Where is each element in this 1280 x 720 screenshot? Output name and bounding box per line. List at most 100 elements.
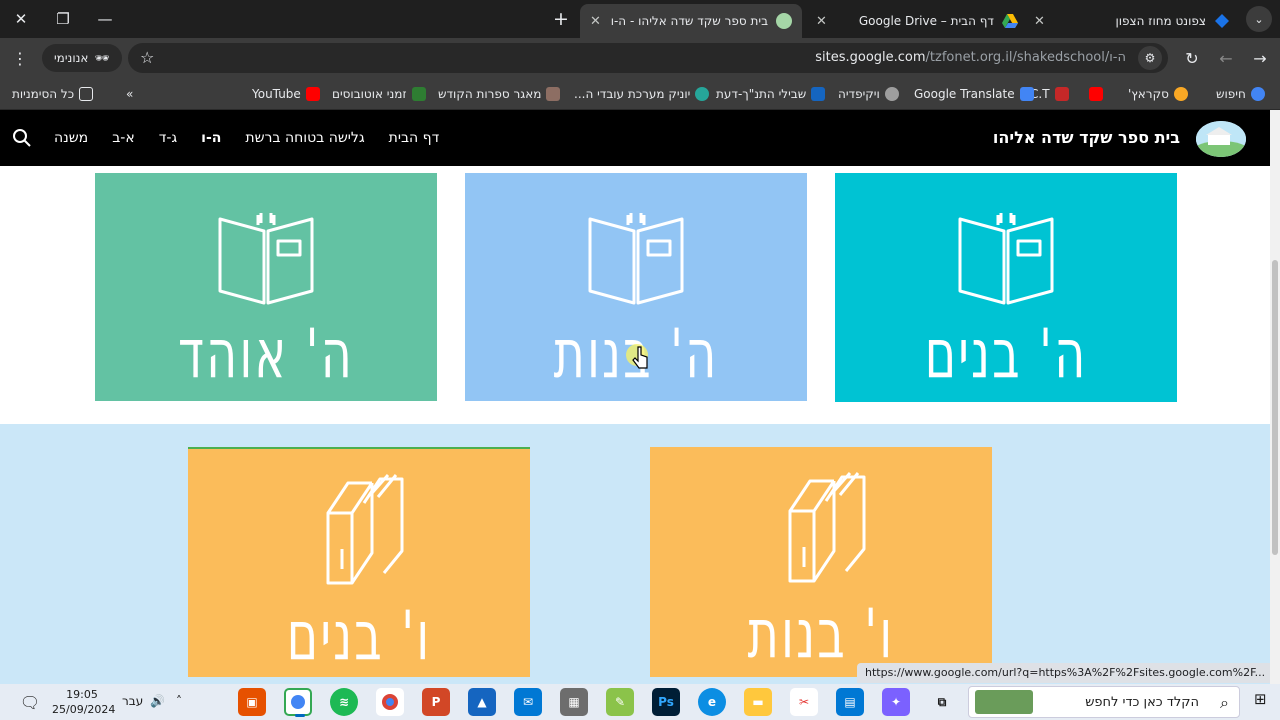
google-drive-icon [1002, 13, 1018, 29]
all-bookmarks-label: כל הסימניות [12, 87, 75, 101]
bookmark-item[interactable]: ויקיפדיה [838, 84, 899, 104]
powerpoint-app-icon[interactable]: P [422, 688, 450, 716]
nav-home[interactable]: דף הבית [389, 130, 440, 146]
nav-mishna[interactable]: משנה [54, 130, 88, 146]
file-explorer-app-icon[interactable]: ▬ [744, 688, 772, 716]
card-grade5-ohad[interactable]: ה' אוהד [95, 173, 437, 401]
forward-icon[interactable]: → [1248, 46, 1272, 70]
menu-kebab-icon[interactable]: ⋮ [8, 46, 32, 70]
system-clock[interactable]: 19:05 25/09/2024 [52, 687, 115, 717]
incognito-indicator[interactable]: אנונימי 🕶 [42, 44, 122, 72]
tray-chevron-icon[interactable]: ˄ [176, 694, 182, 708]
search-highlight-image [975, 690, 1033, 714]
minimize-window-icon[interactable]: — [84, 0, 126, 38]
volume-icon[interactable]: 🔊 [150, 694, 165, 708]
restore-window-icon[interactable]: ❐ [42, 0, 84, 38]
youtube-icon [1089, 87, 1103, 101]
edge-app-icon[interactable]: e [698, 688, 726, 716]
scratch-icon [1173, 87, 1188, 101]
tzfonet-icon [1214, 13, 1230, 29]
input-language-indicator[interactable]: עבר [122, 694, 143, 708]
bookmark-item[interactable] [1084, 84, 1103, 104]
photoshop-app-icon[interactable]: Ps [652, 688, 680, 716]
search-icon: ⌕ [1220, 693, 1229, 712]
bookmark-item[interactable]: זמני אוטובוסים [332, 84, 426, 104]
incognito-icon: 🕶 [94, 51, 110, 65]
site-info-icon[interactable]: ⚙ [1138, 46, 1162, 70]
close-window-icon[interactable]: ✕ [0, 0, 42, 38]
mail-app-icon[interactable]: ✉ [514, 688, 542, 716]
nav-safe-browsing[interactable]: גלישה בטוחה ברשת [245, 130, 364, 146]
card-grade5-girls[interactable]: ה' בנות [465, 173, 807, 401]
photos-app-icon[interactable]: ▲ [468, 688, 496, 716]
nav-grades-1-2[interactable]: א-ב [112, 130, 135, 146]
tab-tzfonet[interactable]: צפונט מחוז הצפון ✕ [1024, 4, 1240, 38]
taskbar-search-box[interactable]: הקלד כאן כדי לחפש ⌕ [968, 686, 1240, 718]
open-book-icon [588, 213, 684, 305]
bookmark-label: יוניק מערכת עובדי ה... [574, 87, 691, 101]
bookmark-item[interactable]: C.T [1030, 84, 1069, 104]
bookmark-item[interactable]: חיפוש [1216, 84, 1265, 104]
google-translate-icon [1019, 87, 1034, 101]
card-grade5-boys[interactable]: ה' בנים [835, 173, 1177, 402]
bookmark-item[interactable]: מאגר ספרות הקודש [438, 84, 561, 104]
reload-icon[interactable]: ↻ [1180, 46, 1204, 70]
books-stack-icon [788, 472, 866, 583]
card-label: ו' בנים [286, 597, 432, 676]
bookmark-item[interactable]: Google Translate [914, 84, 1034, 104]
tab-label: צפונט מחוז הצפון [1115, 14, 1206, 28]
unique-icon [695, 87, 710, 101]
tab-google-drive[interactable]: דף הבית – Google Drive ✕ [806, 4, 1028, 38]
scrollbar-thumb[interactable] [1272, 260, 1278, 555]
url-text: sites.google.com/tzfonet.org.il/shakedsc… [815, 50, 1126, 65]
nav-grades-5-6[interactable]: ה-ו [201, 130, 221, 146]
bookmark-label: ויקיפדיה [838, 87, 880, 101]
back-icon[interactable]: ← [1214, 46, 1238, 70]
new-tab-button[interactable]: + [548, 4, 574, 34]
paint-app-icon[interactable]: ✎ [606, 688, 634, 716]
start-windows-icon[interactable]: ⊞ [1254, 690, 1267, 708]
all-bookmarks-folder[interactable]: כל הסימניות [12, 84, 94, 104]
nav-grades-3-4[interactable]: ג-ד [159, 130, 177, 146]
bookmark-item[interactable]: שבילי התנ"ך-דעת [716, 84, 826, 104]
card-grade6-boys[interactable]: ו' בנים [188, 447, 530, 677]
bookmark-item[interactable]: YouTube [252, 84, 320, 104]
card-grade6-girls[interactable]: ו' בנות [650, 447, 992, 677]
bookmark-item[interactable]: סקראץ' [1128, 84, 1188, 104]
tab-search-chevron-icon[interactable]: ⌄ [1246, 6, 1272, 32]
bus-icon [411, 87, 426, 101]
spotify-app-icon[interactable]: ≋ [330, 688, 358, 716]
tab-shakedschool[interactable]: בית ספר שקד שדה אליהו - ה-ו ✕ [580, 4, 802, 38]
bookmark-item[interactable]: יוניק מערכת עובדי ה... [574, 84, 710, 104]
notifications-icon[interactable]: 🗨 [18, 690, 42, 714]
url-host: sites.google.com [815, 50, 926, 65]
bookmark-label: מאגר ספרות הקודש [438, 87, 542, 101]
page-scrollbar[interactable] [1270, 110, 1280, 684]
daat-icon [811, 87, 826, 101]
ct-icon [1054, 87, 1069, 101]
bookmark-label: YouTube [252, 87, 301, 101]
bookmark-label: שבילי התנ"ך-דעת [716, 87, 807, 101]
tab-label: בית ספר שקד שדה אליהו - ה-ו [610, 14, 768, 28]
close-tab-icon[interactable]: ✕ [590, 14, 601, 29]
address-bar[interactable]: ☆ sites.google.com/tzfonet.org.il/shaked… [128, 43, 1168, 73]
books-stack-icon [326, 474, 404, 585]
close-tab-icon[interactable]: ✕ [816, 14, 827, 29]
calculator-app-icon[interactable]: ▦ [560, 688, 588, 716]
bookmark-label: חיפוש [1216, 87, 1246, 101]
snipping-tool-app-icon[interactable]: ✂ [790, 688, 818, 716]
search-icon[interactable] [12, 128, 32, 148]
bookmarks-overflow-button[interactable]: » [126, 84, 133, 104]
site-title[interactable]: בית ספר שקד שדה אליהו [993, 128, 1180, 147]
chrome-app-icon[interactable] [376, 688, 404, 716]
clock-time: 19:05 [66, 688, 98, 701]
bookmark-star-icon[interactable]: ☆ [140, 48, 154, 67]
store-app-icon[interactable]: ▤ [836, 688, 864, 716]
close-tab-icon[interactable]: ✕ [1034, 14, 1045, 29]
copilot-app-icon[interactable]: ✦ [882, 688, 910, 716]
task-view-icon[interactable]: ⧉ [928, 688, 956, 716]
chrome-incognito-app-icon[interactable] [284, 688, 312, 717]
school-logo[interactable] [1196, 121, 1246, 157]
recorder-app-icon[interactable]: ▣ [238, 688, 266, 716]
bookmark-label: סקראץ' [1128, 87, 1169, 101]
